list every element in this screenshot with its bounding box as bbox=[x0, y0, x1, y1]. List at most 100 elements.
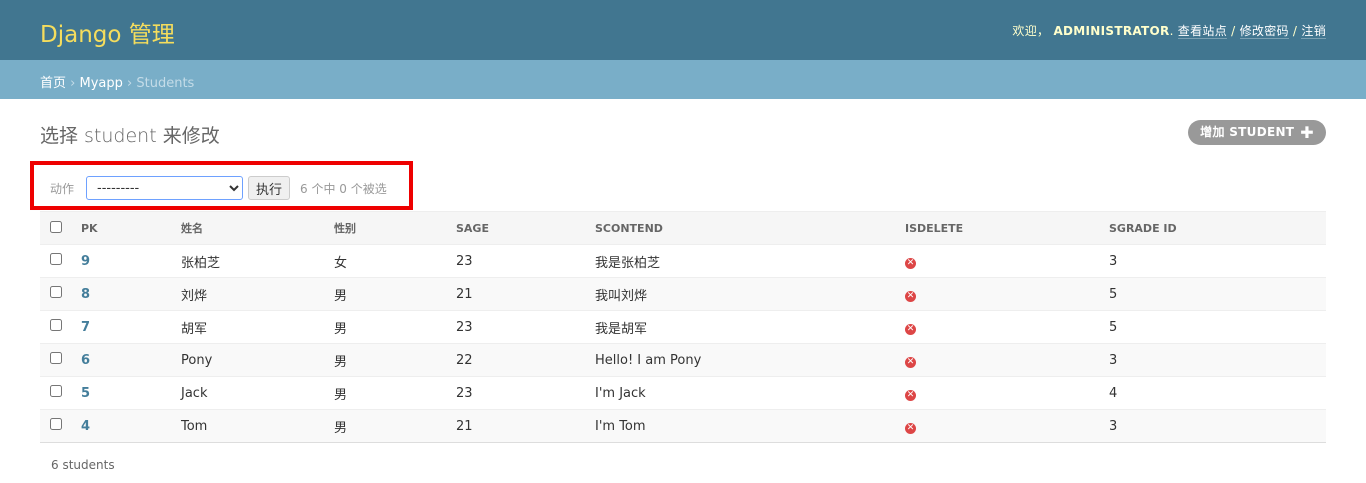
selection-counter: 6 个中 0 个被选 bbox=[300, 181, 387, 196]
column-header-sex[interactable]: 性别 bbox=[334, 211, 456, 245]
content-cell: Hello! I am Pony bbox=[595, 343, 905, 377]
row-checkbox[interactable] bbox=[50, 286, 62, 298]
column-header-content[interactable]: SCONTEND bbox=[595, 211, 905, 245]
pk-link[interactable]: 9 bbox=[81, 254, 90, 269]
isdelete-cell: ✕ bbox=[905, 409, 1109, 443]
table-row: 6 Pony 男 22 Hello! I am Pony ✕ 3 bbox=[40, 343, 1326, 377]
age-cell: 23 bbox=[456, 310, 595, 344]
row-checkbox[interactable] bbox=[50, 418, 62, 430]
welcome-text: 欢迎， bbox=[1012, 24, 1050, 38]
name-cell: 刘烨 bbox=[181, 277, 334, 311]
sex-cell: 男 bbox=[334, 343, 456, 377]
age-cell: 23 bbox=[456, 376, 595, 410]
row-select-cell bbox=[40, 277, 81, 311]
view-site-link[interactable]: 查看站点 bbox=[1177, 24, 1227, 39]
age-cell: 21 bbox=[456, 277, 595, 311]
select-all-header bbox=[40, 211, 81, 245]
isdelete-cell: ✕ bbox=[905, 244, 1109, 278]
breadcrumb-separator: › bbox=[127, 76, 133, 91]
isdelete-cell: ✕ bbox=[905, 376, 1109, 410]
no-icon: ✕ bbox=[905, 356, 916, 368]
row-checkbox[interactable] bbox=[50, 319, 62, 331]
no-icon: ✕ bbox=[905, 323, 916, 335]
grade-cell: 4 bbox=[1109, 376, 1326, 410]
plus-icon: ✚ bbox=[1300, 123, 1314, 142]
table-row: 8 刘烨 男 21 我叫刘烨 ✕ 5 bbox=[40, 277, 1326, 311]
column-header-age[interactable]: SAGE bbox=[456, 211, 595, 245]
age-cell: 23 bbox=[456, 244, 595, 278]
separator: / bbox=[1292, 24, 1298, 38]
no-icon: ✕ bbox=[905, 422, 916, 434]
row-checkbox[interactable] bbox=[50, 385, 62, 397]
table-row: 4 Tom 男 21 I'm Tom ✕ 3 bbox=[40, 409, 1326, 443]
site-branding[interactable]: Django 管理 bbox=[40, 15, 175, 49]
actions-label: 动作 bbox=[50, 181, 75, 196]
age-cell: 22 bbox=[456, 343, 595, 377]
grade-cell: 5 bbox=[1109, 310, 1326, 344]
name-cell: Jack bbox=[181, 376, 334, 410]
pk-cell: 8 bbox=[81, 277, 181, 311]
table-row: 7 胡军 男 23 我是胡军 ✕ 5 bbox=[40, 310, 1326, 344]
header: Django 管理 欢迎， ADMINISTRATOR. 查看站点 / 修改密码… bbox=[0, 0, 1366, 60]
content-cell: I'm Jack bbox=[595, 376, 905, 410]
pk-link[interactable]: 8 bbox=[81, 287, 90, 302]
age-cell: 21 bbox=[456, 409, 595, 443]
content-cell: I'm Tom bbox=[595, 409, 905, 443]
logout-link[interactable]: 注销 bbox=[1301, 24, 1326, 39]
results-table: PK 姓名 性别 SAGE SCONTEND ISDELETE SGRADE I… bbox=[40, 211, 1326, 443]
action-select[interactable]: --------- bbox=[86, 176, 244, 200]
select-all-checkbox[interactable] bbox=[50, 220, 62, 233]
add-student-button[interactable]: 增加 STUDENT ✚ bbox=[1188, 120, 1326, 145]
name-cell: Tom bbox=[181, 409, 334, 443]
breadcrumb-app[interactable]: Myapp bbox=[80, 76, 123, 91]
pk-cell: 7 bbox=[81, 310, 181, 344]
pk-cell: 4 bbox=[81, 409, 181, 443]
pk-link[interactable]: 4 bbox=[81, 419, 90, 434]
user-tools: 欢迎， ADMINISTRATOR. 查看站点 / 修改密码 / 注销 bbox=[1012, 24, 1326, 39]
pk-cell: 5 bbox=[81, 376, 181, 410]
grade-cell: 3 bbox=[1109, 244, 1326, 278]
column-header-pk[interactable]: PK bbox=[81, 211, 181, 245]
column-header-grade[interactable]: SGRADE ID bbox=[1109, 211, 1326, 245]
actions-bar: 动作 --------- 执行 6 个中 0 个被选 bbox=[40, 174, 387, 202]
sex-cell: 男 bbox=[334, 277, 456, 311]
no-icon: ✕ bbox=[905, 389, 916, 401]
column-header-name[interactable]: 姓名 bbox=[181, 211, 334, 245]
name-cell: 张柏芝 bbox=[181, 244, 334, 278]
pk-cell: 6 bbox=[81, 343, 181, 377]
paginator: 6 students bbox=[51, 458, 115, 472]
breadcrumb-home[interactable]: 首页 bbox=[40, 76, 66, 91]
pk-link[interactable]: 7 bbox=[81, 320, 90, 335]
content-cell: 我叫刘烨 bbox=[595, 277, 905, 311]
isdelete-cell: ✕ bbox=[905, 277, 1109, 311]
sex-cell: 男 bbox=[334, 310, 456, 344]
sex-cell: 女 bbox=[334, 244, 456, 278]
grade-cell: 5 bbox=[1109, 277, 1326, 311]
breadcrumb: 首页 › Myapp › Students bbox=[0, 60, 1366, 99]
name-cell: 胡军 bbox=[181, 310, 334, 344]
row-checkbox[interactable] bbox=[50, 253, 62, 265]
table-header-row: PK 姓名 性别 SAGE SCONTEND ISDELETE SGRADE I… bbox=[40, 211, 1326, 245]
page-title: 选择 student 来修改 bbox=[40, 125, 220, 147]
name-cell: Pony bbox=[181, 343, 334, 377]
username: ADMINISTRATOR bbox=[1053, 24, 1170, 38]
pk-link[interactable]: 6 bbox=[81, 353, 90, 368]
pk-cell: 9 bbox=[81, 244, 181, 278]
row-select-cell bbox=[40, 343, 81, 377]
sex-cell: 男 bbox=[334, 409, 456, 443]
pk-link[interactable]: 5 bbox=[81, 386, 90, 401]
row-select-cell bbox=[40, 310, 81, 344]
sex-cell: 男 bbox=[334, 376, 456, 410]
row-checkbox[interactable] bbox=[50, 352, 62, 364]
column-header-isdelete[interactable]: ISDELETE bbox=[905, 211, 1109, 245]
grade-cell: 3 bbox=[1109, 409, 1326, 443]
change-password-link[interactable]: 修改密码 bbox=[1239, 24, 1289, 39]
run-action-button[interactable]: 执行 bbox=[248, 176, 291, 200]
isdelete-cell: ✕ bbox=[905, 343, 1109, 377]
table-row: 5 Jack 男 23 I'm Jack ✕ 4 bbox=[40, 376, 1326, 410]
row-select-cell bbox=[40, 409, 81, 443]
grade-cell: 3 bbox=[1109, 343, 1326, 377]
table-row: 9 张柏芝 女 23 我是张柏芝 ✕ 3 bbox=[40, 244, 1326, 278]
no-icon: ✕ bbox=[905, 290, 916, 302]
isdelete-cell: ✕ bbox=[905, 310, 1109, 344]
